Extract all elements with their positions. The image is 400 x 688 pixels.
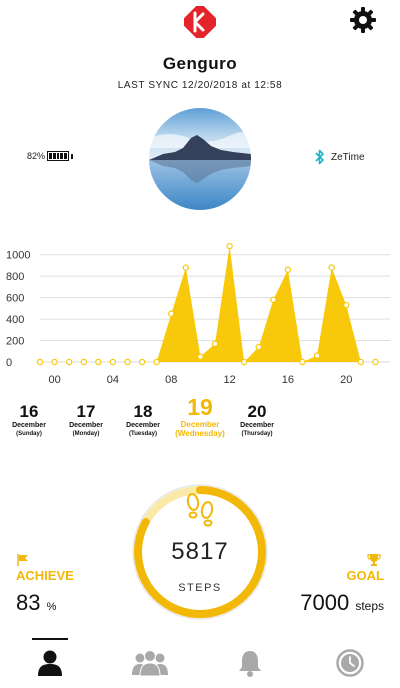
data-point [197, 353, 204, 360]
day-number: 18 [133, 402, 153, 421]
hourly-steps-chart: 1000800600400200000 04 08 12 16 20 [6, 242, 390, 386]
day-number: 19 [187, 394, 213, 420]
day-month: December [12, 422, 46, 429]
data-point [153, 358, 160, 366]
data-point [95, 358, 102, 366]
goal-value: 7000 steps [300, 590, 384, 616]
day-selector: 16 December (Sunday) 17 December (Monday) 18 De… [0, 394, 400, 456]
y-tick-label: 1000 [6, 250, 30, 262]
day-number: 17 [76, 402, 96, 421]
steps-label: STEPS [178, 582, 222, 594]
day-month: December [126, 422, 160, 429]
avatar-landscape-image [149, 108, 251, 210]
day-weekday: (Monday) [72, 431, 100, 437]
day-month: December [180, 420, 220, 429]
tab-profile[interactable] [0, 638, 100, 688]
data-point [372, 358, 379, 366]
data-point [299, 358, 306, 366]
day-weekday: (Wednesday) [175, 429, 225, 438]
data-point [284, 266, 292, 273]
goal-number: 7000 [300, 590, 350, 615]
settings-gear-icon[interactable] [349, 6, 377, 34]
trophy-icon [367, 554, 381, 566]
day-item-18[interactable]: 18 December (Tuesday) [114, 402, 172, 438]
x-tick-label: 16 [282, 374, 294, 386]
day-month: December [240, 422, 274, 429]
data-point [168, 310, 175, 317]
y-tick-label: 800 [6, 271, 24, 283]
data-point [255, 343, 262, 351]
data-point [328, 264, 335, 271]
day-weekday: (Thursday) [241, 431, 273, 437]
flag-icon [17, 554, 28, 566]
steps-area-series [40, 246, 376, 362]
day-weekday: (Sunday) [16, 431, 42, 437]
x-tick-label: 04 [107, 374, 119, 386]
x-tick-label: 00 [48, 374, 60, 386]
battery-status: 82% [27, 151, 74, 161]
achieve-number: 83 [16, 590, 41, 615]
achieve-value: 83 % [16, 590, 56, 616]
data-point [182, 264, 190, 271]
day-weekday: (Tuesday) [129, 431, 157, 437]
bell-icon [239, 651, 261, 677]
tab-watch[interactable] [300, 638, 400, 688]
day-item-17[interactable]: 17 December (Monday) [57, 402, 115, 438]
y-tick-label: 0 [6, 357, 12, 369]
day-month: December [69, 422, 103, 429]
y-tick-label: 400 [6, 314, 24, 326]
goal-unit: steps [355, 599, 384, 613]
data-point [36, 358, 44, 366]
data-point [270, 296, 277, 303]
steps-count: 5817 [171, 538, 229, 565]
data-point [313, 352, 321, 359]
day-number: 16 [19, 402, 39, 421]
day-item-16[interactable]: 16 December (Sunday) [0, 402, 58, 438]
tab-notifications[interactable] [200, 638, 300, 688]
watch-icon [336, 649, 364, 677]
data-point [109, 358, 117, 366]
data-point [343, 301, 350, 309]
avatar[interactable] [149, 108, 251, 210]
data-point [80, 358, 87, 366]
user-name: Genguro [162, 54, 238, 73]
device-connection[interactable]: ZeTime [315, 149, 365, 165]
data-point [240, 358, 248, 366]
goal-title: GOAL [346, 568, 384, 583]
data-point [51, 358, 58, 366]
x-tick-label: 08 [165, 374, 177, 386]
battery-percent: 82% [27, 151, 46, 161]
y-tick-label: 200 [6, 336, 24, 348]
device-name: ZeTime [331, 151, 365, 163]
app-logo-icon [184, 6, 216, 38]
bottom-tab-bar [0, 638, 400, 688]
achieve-title: ACHIEVE [16, 568, 74, 583]
footsteps-icon [186, 493, 214, 527]
data-point [65, 358, 73, 366]
last-sync-text: LAST SYNC 12/20/2018 at 12:58 [117, 80, 283, 91]
y-tick-label: 600 [6, 293, 24, 305]
achieve-unit: % [46, 601, 57, 613]
group-icon [132, 650, 168, 677]
data-point [138, 358, 146, 366]
tab-friends[interactable] [100, 638, 200, 688]
data-point [124, 358, 131, 366]
top-bar [0, 0, 400, 44]
bluetooth-icon [315, 149, 324, 165]
day-number: 20 [247, 402, 267, 421]
day-item-19[interactable]: 19 December (Wednesday) [171, 394, 229, 438]
day-item-20[interactable]: 20 December (Thursday) [228, 402, 286, 438]
x-tick-label: 12 [223, 374, 235, 386]
x-tick-label: 20 [340, 374, 352, 386]
data-point [357, 358, 365, 366]
battery-icon [47, 151, 70, 161]
data-point [211, 340, 219, 347]
person-icon [38, 650, 62, 676]
data-point [226, 242, 233, 250]
